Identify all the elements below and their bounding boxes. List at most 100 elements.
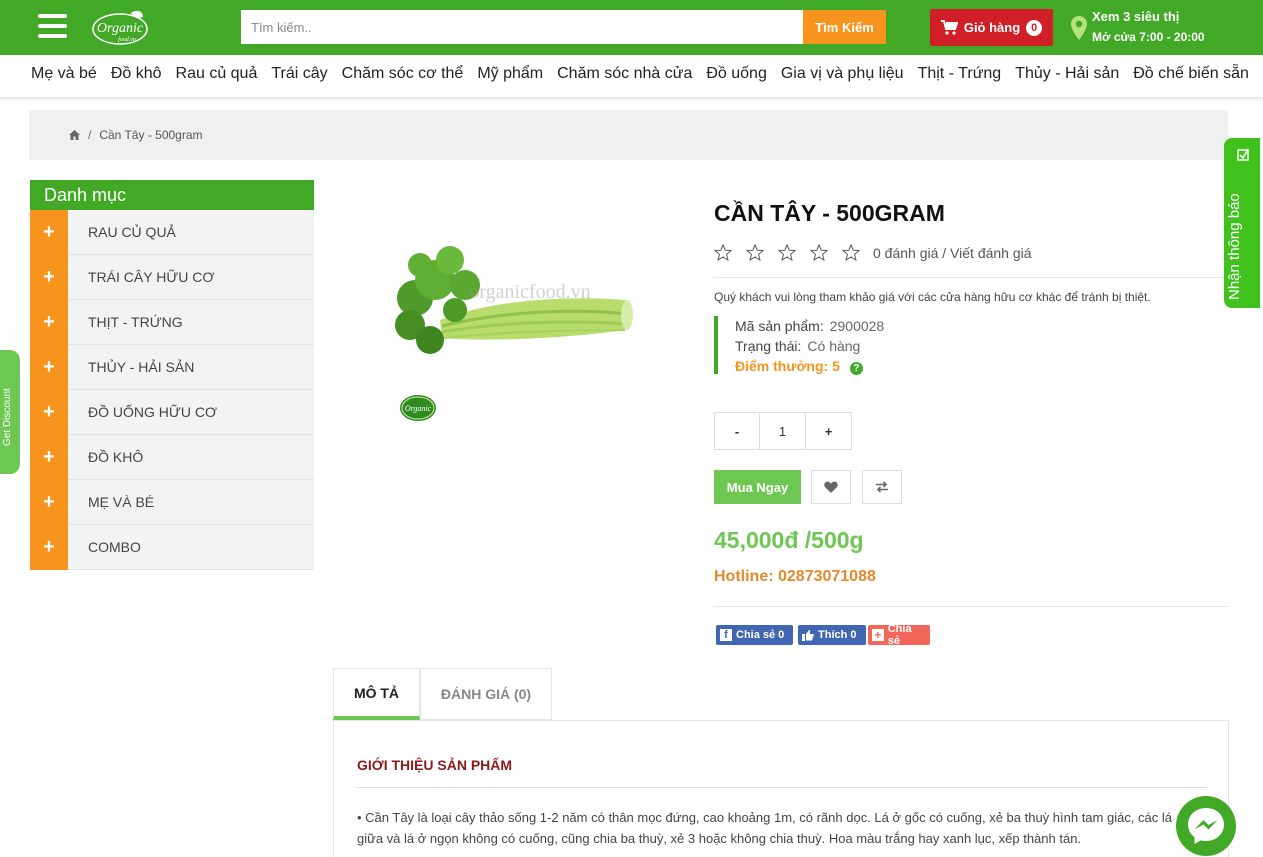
quantity-decrease-button[interactable]: -: [714, 412, 760, 450]
tab-reviews[interactable]: ĐÁNH GIÁ (0): [420, 668, 552, 720]
plus-icon[interactable]: +: [30, 300, 68, 345]
divider: [714, 606, 1228, 607]
sidebar-item-label: THỊT - TRỨNG: [88, 314, 183, 330]
nav-item-rau-cu-qua[interactable]: Rau củ quả: [174, 65, 260, 83]
share-button[interactable]: + Chia sẻ: [868, 623, 930, 647]
breadcrumb: / Cần Tây - 500gram: [29, 110, 1228, 160]
cart-button[interactable]: Giỏ hàng 0: [930, 9, 1053, 46]
notification-label: Nhận thông báo: [1226, 193, 1243, 300]
nav-item-trai-cay[interactable]: Trái cây: [269, 65, 329, 83]
divider: [357, 787, 1207, 788]
sidebar-item-do-uong[interactable]: + ĐỒ UỐNG HỮU CƠ: [30, 390, 314, 435]
buy-now-button[interactable]: Mua Ngay: [714, 470, 801, 504]
compare-icon: [876, 481, 888, 493]
sidebar-item-label: MẸ VÀ BÉ: [88, 494, 155, 510]
facebook-like-button[interactable]: Thích 0: [798, 625, 866, 645]
divider: [714, 277, 1228, 278]
facebook-icon: f: [720, 629, 732, 641]
nav-item-thuy-hai-san[interactable]: Thủy - Hải sản: [1013, 65, 1121, 83]
star-icon[interactable]: [810, 244, 828, 261]
price-note: Quý khách vui lòng tham khảo giá với các…: [714, 290, 1151, 304]
sidebar-item-label: ĐỒ UỐNG HỮU CƠ: [88, 404, 217, 420]
plus-icon[interactable]: +: [30, 480, 68, 525]
product-meta: Mã sản phẩm: 2900028 Trạng thái: Có hàng Đ…: [714, 316, 884, 376]
plus-icon[interactable]: +: [30, 435, 68, 480]
facebook-share-button[interactable]: f Chia sẻ 0: [716, 625, 793, 645]
site-logo[interactable]: Organic food.vn: [91, 7, 149, 47]
star-icon[interactable]: [714, 244, 732, 261]
messenger-icon: [1188, 808, 1224, 844]
image-logo: Organic: [400, 395, 436, 421]
breadcrumb-current: Cần Tây - 500gram: [99, 128, 203, 142]
sidebar-item-combo[interactable]: + COMBO: [30, 525, 314, 570]
nav-item-do-kho[interactable]: Đồ khô: [109, 65, 164, 83]
sidebar-item-thit-trung[interactable]: + THỊT - TRỨNG: [30, 300, 314, 345]
search-input[interactable]: [241, 10, 803, 44]
product-image[interactable]: organicfood.vn Organic: [380, 180, 650, 430]
cart-count-badge: 0: [1026, 19, 1043, 36]
sidebar-item-label: THỦY - HẢI SẢN: [88, 359, 195, 375]
hotline[interactable]: Hotline: 02873071088: [714, 568, 876, 586]
compare-button[interactable]: [862, 470, 902, 504]
sidebar-item-thuy-hai-san[interactable]: + THỦY - HẢI SẢN: [30, 345, 314, 390]
nav-item-cham-soc-co-the[interactable]: Chăm sóc cơ thể: [340, 65, 466, 83]
category-nav: Mẹ và bé Đồ khô Rau củ quả Trái cây Chăm…: [0, 55, 1263, 98]
nav-item-do-uong[interactable]: Đồ uống: [704, 65, 769, 83]
nav-item-me-va-be[interactable]: Mẹ và bé: [29, 65, 99, 83]
star-icon[interactable]: [778, 244, 796, 261]
facebook-like-label: Thích 0: [818, 629, 857, 641]
star-icon[interactable]: [746, 244, 764, 261]
breadcrumb-separator: /: [88, 128, 92, 142]
messenger-button[interactable]: [1176, 796, 1236, 856]
plus-icon[interactable]: +: [30, 390, 68, 435]
nav-item-thit-trung[interactable]: Thịt - Trứng: [916, 65, 1004, 83]
sidebar-item-label: ĐỒ KHÔ: [88, 449, 144, 465]
sidebar-item-me-va-be[interactable]: + MẸ VÀ BÉ: [30, 480, 314, 525]
cart-icon: [940, 20, 958, 35]
nav-item-cham-soc-nha-cua[interactable]: Chăm sóc nhà cửa: [555, 65, 694, 83]
tab-description[interactable]: MÔ TẢ: [333, 668, 420, 720]
plus-icon: +: [872, 629, 884, 641]
location-pin-icon: [1071, 16, 1087, 40]
plus-icon[interactable]: +: [30, 525, 68, 570]
status-row: Trạng thái: Có hàng: [735, 336, 884, 356]
sku-value: 2900028: [829, 318, 885, 334]
status-label: Trạng thái:: [735, 338, 802, 354]
sidebar-title: Danh mục: [30, 180, 314, 210]
nav-item-my-pham[interactable]: Mỹ phẩm: [475, 65, 545, 83]
quantity-increase-button[interactable]: +: [806, 412, 852, 450]
image-watermark: organicfood.vn: [469, 281, 590, 303]
store-link[interactable]: Xem 3 siêu thị: [1092, 9, 1179, 24]
sidebar-item-label: RAU CỦ QUẢ: [88, 224, 176, 240]
plus-icon[interactable]: +: [30, 210, 68, 255]
facebook-share-label: Chia sẻ 0: [736, 629, 785, 641]
rating-stars[interactable]: [714, 244, 860, 261]
quantity-input[interactable]: 1: [760, 412, 806, 450]
reward-points-label: Điểm thưởng: 5: [735, 358, 840, 374]
nav-item-do-che-bien-san[interactable]: Đồ chế biến sẵn: [1131, 65, 1251, 83]
search-button[interactable]: Tìm Kiếm: [803, 10, 886, 44]
svg-text:Organic: Organic: [405, 404, 432, 413]
bell-icon: [1237, 148, 1249, 161]
plus-icon[interactable]: +: [30, 255, 68, 300]
wishlist-button[interactable]: [811, 470, 851, 504]
share-label: Chia sẻ: [887, 623, 912, 647]
quantity-stepper: - 1 +: [714, 412, 852, 450]
store-hours: Mở cửa 7:00 - 20:00: [1092, 30, 1205, 44]
star-icon[interactable]: [842, 244, 860, 261]
sku-row: Mã sản phẩm: 2900028: [735, 316, 884, 336]
home-icon[interactable]: [69, 130, 80, 140]
sku-label: Mã sản phẩm:: [735, 318, 824, 334]
description-heading: GIỚI THIỆU SẢN PHẨM: [357, 757, 513, 773]
product-title: CẦN TÂY - 500GRAM: [714, 200, 945, 226]
plus-icon[interactable]: +: [30, 345, 68, 390]
sidebar-item-trai-cay[interactable]: + TRÁI CÂY HỮU CƠ: [30, 255, 314, 300]
sidebar-item-rau-cu-qua[interactable]: + RAU CỦ QUẢ: [30, 210, 314, 255]
rating-link[interactable]: 0 đánh giá / Viết đánh giá: [873, 245, 1032, 261]
help-icon[interactable]: ?: [849, 362, 863, 375]
menu-icon[interactable]: [38, 14, 67, 38]
reward-points: Điểm thưởng: 5?: [735, 356, 884, 376]
nav-item-gia-vi[interactable]: Gia vị và phụ liệu: [779, 65, 906, 83]
top-header: Organic food.vn Tìm Kiếm Giỏ hàng 0 Xem …: [0, 0, 1263, 55]
sidebar-item-do-kho[interactable]: + ĐỒ KHÔ: [30, 435, 314, 480]
